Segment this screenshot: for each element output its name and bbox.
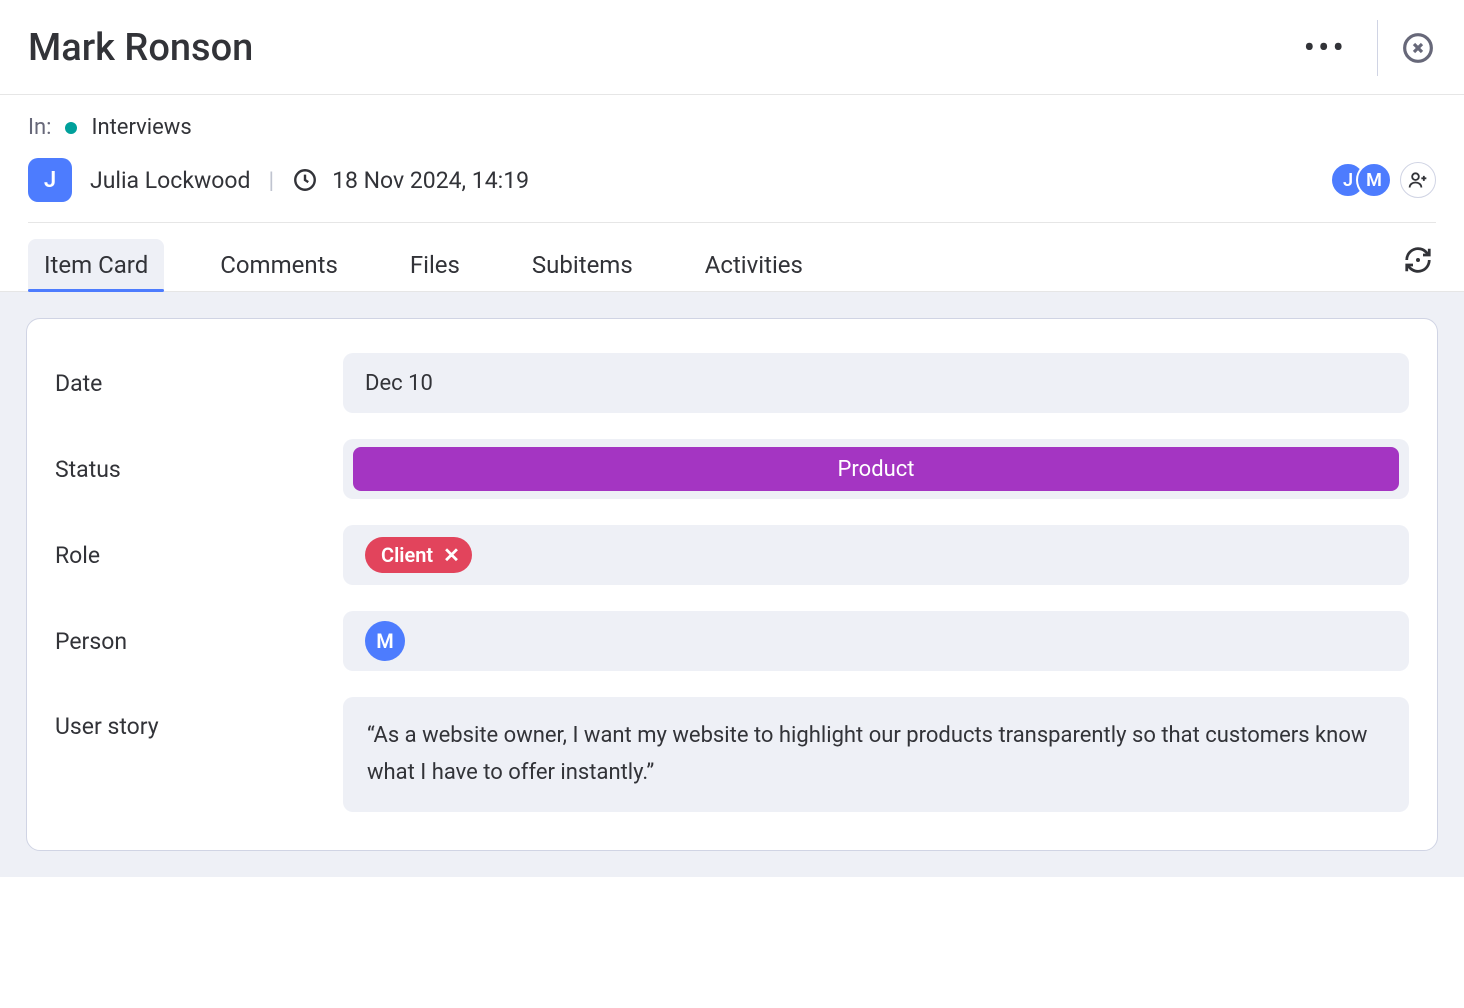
item-body: Date Dec 10 Status Product Role Client — [0, 292, 1464, 877]
close-icon — [1402, 32, 1434, 64]
date-value[interactable]: Dec 10 — [343, 353, 1409, 413]
more-menu-button[interactable]: ••• — [1296, 42, 1355, 54]
add-viewer-button[interactable] — [1400, 162, 1436, 198]
item-card: Date Dec 10 Status Product Role Client — [26, 318, 1438, 851]
author-avatar[interactable]: J — [28, 158, 72, 202]
user-story-value[interactable]: “As a website owner, I want my website t… — [343, 697, 1409, 812]
board-color-dot — [65, 122, 77, 134]
role-chip: Client ✕ — [365, 537, 472, 573]
refresh-button[interactable] — [1400, 242, 1436, 278]
tab-activities[interactable]: Activities — [689, 239, 819, 291]
board-name[interactable]: Interviews — [91, 115, 191, 140]
field-label: Role — [55, 542, 315, 569]
separator: | — [268, 167, 274, 194]
page-title: Mark Ronson — [28, 26, 253, 70]
field-label: Status — [55, 456, 315, 483]
close-button[interactable] — [1400, 30, 1436, 66]
created-datetime: 18 Nov 2024, 14:19 — [332, 167, 529, 194]
refresh-icon — [1403, 245, 1433, 275]
field-role: Role Client ✕ — [55, 517, 1409, 593]
person-plus-icon — [1408, 170, 1428, 190]
tab-subitems[interactable]: Subitems — [516, 239, 649, 291]
viewer-avatar[interactable]: M — [1356, 162, 1392, 198]
viewers: J M — [1330, 162, 1436, 198]
role-cell[interactable]: Client ✕ — [343, 525, 1409, 585]
tab-files[interactable]: Files — [394, 239, 476, 291]
person-avatar: M — [365, 621, 405, 661]
field-label: Person — [55, 628, 315, 655]
clock-icon — [292, 167, 318, 193]
author-name: Julia Lockwood — [90, 167, 250, 194]
in-label: In: — [28, 115, 51, 140]
item-meta: In: Interviews J Julia Lockwood | 18 Nov… — [0, 95, 1464, 223]
field-label: Date — [55, 370, 315, 397]
field-person: Person M — [55, 603, 1409, 679]
status-cell[interactable]: Product — [343, 439, 1409, 499]
field-user-story: User story “As a website owner, I want m… — [55, 689, 1409, 820]
tab-comments[interactable]: Comments — [204, 239, 354, 291]
divider — [1377, 20, 1378, 76]
field-status: Status Product — [55, 431, 1409, 507]
field-date: Date Dec 10 — [55, 345, 1409, 421]
remove-chip-icon[interactable]: ✕ — [443, 543, 460, 567]
person-cell[interactable]: M — [343, 611, 1409, 671]
header: Mark Ronson ••• — [0, 0, 1464, 95]
field-label: User story — [55, 697, 315, 740]
tabs-row: Item Card Comments Files Subitems Activi… — [0, 223, 1464, 292]
tab-item-card[interactable]: Item Card — [28, 239, 164, 291]
status-badge: Product — [353, 447, 1399, 491]
